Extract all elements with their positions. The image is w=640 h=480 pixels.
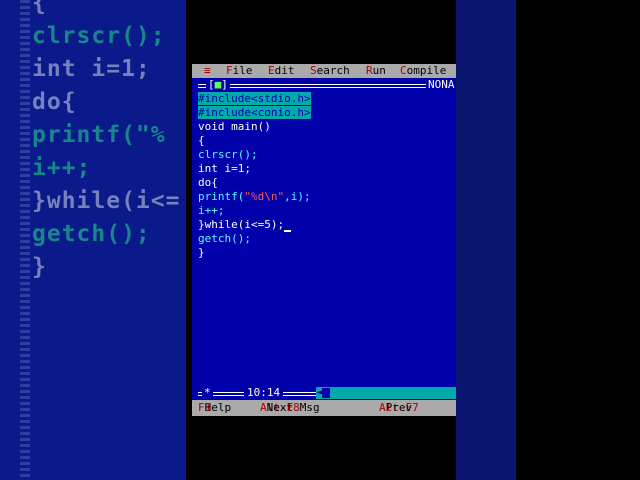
code-line[interactable]: i++;	[198, 204, 454, 218]
code-line[interactable]: #include<stdio.h>	[198, 92, 454, 106]
menu-search[interactable]: Search	[310, 64, 350, 78]
menu-file[interactable]: File	[226, 64, 253, 78]
file-name: NONA	[426, 78, 456, 92]
help-bar: F1 Help Alt-F8 Next Msg Alt-F7 Prev	[192, 400, 456, 416]
code-line[interactable]: clrscr();	[198, 148, 454, 162]
editor-status-line: * 10:14 ◄	[192, 386, 456, 400]
menu-edit[interactable]: Edit	[268, 64, 295, 78]
code-line[interactable]: int i=1;	[198, 162, 454, 176]
code-line[interactable]: #include<conio.h>	[198, 106, 454, 120]
help-item-prev[interactable]: Alt-F7 Prev	[379, 400, 419, 416]
horizontal-scrollbar[interactable]: ◄	[316, 387, 456, 399]
help-item-help[interactable]: F1 Help	[198, 400, 231, 416]
background-line: clrscr();	[32, 23, 166, 49]
background-right	[456, 0, 640, 480]
code-line[interactable]: }while(i<=5);	[198, 218, 454, 232]
frame-line	[198, 84, 456, 88]
background-line: i++;	[32, 155, 92, 181]
background-line: int i=1;	[32, 56, 151, 82]
background-stripe	[20, 0, 30, 480]
code-line[interactable]: void main()	[198, 120, 454, 134]
code-line[interactable]: do{	[198, 176, 454, 190]
code-line[interactable]: getch();	[198, 232, 454, 246]
background-line: do{	[32, 89, 77, 115]
background-zoom-left: { clrscr(); int i=1; do{ printf("% i++; …	[0, 0, 186, 480]
turbo-c-ide-window: ≡ File Edit Search Run Compile [■] NONA …	[192, 64, 456, 416]
code-line[interactable]: }	[198, 246, 454, 260]
background-line: }	[32, 254, 47, 280]
scrollbar-thumb[interactable]	[322, 388, 330, 398]
text-cursor	[284, 220, 292, 232]
menu-bar: ≡ File Edit Search Run Compile	[192, 64, 456, 78]
background-line: getch();	[32, 221, 151, 247]
background-line: printf("%	[32, 122, 166, 148]
cursor-position: 10:14	[244, 386, 284, 400]
menu-compile[interactable]: Compile	[400, 64, 446, 78]
code-line[interactable]: {	[198, 134, 454, 148]
background-strip	[456, 0, 516, 480]
menu-run[interactable]: Run	[366, 64, 386, 78]
close-box-button[interactable]: [■]	[206, 78, 230, 92]
background-line: }while(i<=	[32, 188, 181, 214]
help-item-next-msg[interactable]: Alt-F8 Next Msg	[260, 400, 320, 416]
background-line: {	[32, 0, 47, 16]
code-editor[interactable]: #include<stdio.h> #include<conio.h> void…	[198, 92, 454, 260]
code-line[interactable]: printf("%d\n",i);	[198, 190, 454, 204]
modified-indicator: *	[202, 386, 213, 400]
system-menu-icon[interactable]: ≡	[204, 64, 211, 78]
editor-title-bar: [■] NONA	[192, 78, 456, 92]
